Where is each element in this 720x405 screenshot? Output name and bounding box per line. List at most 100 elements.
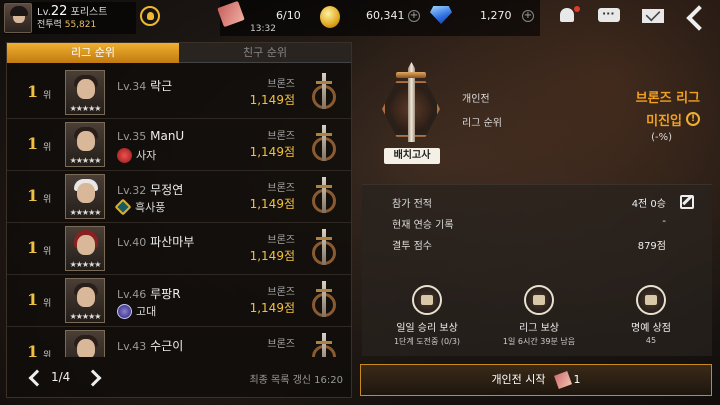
add-gem-icon[interactable]: + [522, 10, 534, 22]
character-name: 락근 [150, 79, 173, 93]
bronze-sword-icon [311, 229, 337, 269]
player-profile[interactable]: Lv.22 포리스트 전투력 55,821 [4, 2, 136, 34]
chest-icon [524, 285, 554, 315]
top-bar: Lv.22 포리스트 전투력 55,821 6/10 13:32 60,341 … [0, 0, 720, 36]
badge-guard [316, 341, 332, 344]
last-updated-text: 최종 목록 갱신 16:20 [249, 375, 343, 386]
stat-value: 879점 [637, 241, 666, 252]
badge-guard [316, 133, 332, 136]
guild-emblem-icon [117, 147, 132, 163]
notification-bell-icon[interactable] [556, 6, 580, 26]
stat-value: - [662, 216, 666, 227]
ranking-row[interactable]: 1 위 ★★★★★ Lv.34 락근 브론즈 1,149점 [7, 67, 351, 119]
daily-win-reward-button[interactable]: 일일 승리 보상 1단계 도전중 (0/3) [372, 285, 482, 347]
ticket-count: 1 [573, 373, 581, 386]
character-level: Lv.35 [117, 130, 147, 143]
stat-label: 참가 전적 [392, 199, 432, 210]
guild: 고대 [117, 303, 156, 319]
ranking-tabs: 리그 순위 친구 순위 [7, 43, 351, 63]
reward-title: 일일 승리 보상 [396, 323, 458, 334]
character-level: Lv.43 [117, 340, 147, 353]
bronze-sword-icon [311, 333, 337, 357]
ticket-icon [553, 371, 572, 389]
honor-point-count: 45 [645, 336, 657, 345]
tab-league-rank[interactable]: 리그 순위 [7, 43, 179, 63]
stamina-value: 6/10 [276, 9, 301, 22]
league-reward-button[interactable]: 리그 보상 1일 6시간 39분 남음 [484, 285, 594, 347]
stats-panel: 참가 전적 4전 0승 현재 연승 기록 - 결투 점수 879점 일일 승리 … [362, 184, 712, 356]
prev-page-arrow-icon[interactable] [27, 370, 41, 384]
tier-score: 1,149점 [249, 249, 295, 263]
character-level: Lv.46 [117, 288, 147, 301]
character-portrait[interactable]: ★★★★★ [65, 174, 105, 219]
rank-unit: 위 [43, 351, 52, 357]
portrait-face [77, 131, 95, 151]
tier-score: 1,149점 [249, 93, 295, 107]
power-label: 전투력 [37, 19, 62, 30]
info-icon[interactable]: ! [686, 112, 700, 126]
character-name-line: Lv.35 ManU [117, 129, 184, 143]
character-name: ManU [150, 129, 185, 143]
character-portrait[interactable]: ★★★★★ [65, 278, 105, 323]
character-level: Lv.32 [117, 184, 147, 197]
league-rank-label: 리그 순위 [462, 118, 502, 129]
ranking-row[interactable]: 1 위 ★★★★★ Lv.32 무정연 흑사풍 브론즈 1,149점 [7, 171, 351, 223]
portrait-face [77, 235, 95, 255]
league-rank-value: 미진입 [646, 114, 682, 129]
character-name-line: Lv.32 무정연 [117, 181, 183, 198]
back-arrow-icon[interactable] [682, 4, 706, 30]
star-rating-icon: ★★★★★ [69, 156, 102, 165]
add-gold-icon[interactable]: + [408, 10, 420, 22]
ranking-row[interactable]: 1 위 ★★★★★ Lv.40 파산마부 브론즈 1,149점 [7, 223, 351, 275]
character-portrait[interactable]: ★★★★★ [65, 70, 105, 115]
character-portrait[interactable]: ★★★★★ [65, 226, 105, 271]
character-name: 루팡R [150, 287, 181, 301]
honor-shop-button[interactable]: 명예 상점 45 [596, 285, 706, 345]
hint-lightbulb-icon[interactable] [140, 6, 160, 26]
tier-score: 1,149점 [249, 145, 295, 159]
league-emblem: 배치고사 [378, 62, 444, 164]
character-name-line: Lv.43 수근이 [117, 337, 183, 354]
rank-unit: 위 [43, 91, 52, 101]
guild-name: 사자 [136, 149, 157, 162]
league-name: 브론즈 리그 [635, 91, 700, 106]
chat-icon[interactable] [598, 6, 622, 26]
reward-title: 명예 상점 [631, 323, 671, 334]
tier-label: 브론즈 [267, 131, 295, 142]
ranking-row[interactable]: 1 위 ★★★★★ Lv.43 수근이 브론즈 [7, 327, 351, 357]
rank-unit: 위 [43, 299, 52, 309]
reward-sub: 1일 6시간 39분 남음 [502, 337, 576, 346]
pager: 1/4 최종 목록 갱신 16:20 [7, 359, 351, 397]
badge-blade [322, 333, 326, 357]
start-solo-match-button[interactable]: 개인전 시작 1 [360, 364, 712, 396]
portrait-face [77, 339, 95, 357]
badge-guard [316, 185, 332, 188]
portrait-face [77, 287, 95, 307]
character-portrait[interactable]: ★★★★★ [65, 122, 105, 167]
reward-sub: 1단계 도전중 (0/3) [393, 337, 461, 346]
player-class: 포리스트 [70, 6, 108, 18]
character-portrait[interactable]: ★★★★★ [65, 330, 105, 357]
tier-label: 브론즈 [267, 235, 295, 246]
start-button-label: 개인전 시작 [491, 373, 546, 386]
tab-friend-rank[interactable]: 친구 순위 [179, 43, 351, 63]
gem-icon [430, 6, 452, 24]
ranking-list[interactable]: 1 위 ★★★★★ Lv.34 락근 브론즈 1,149점 1 위 ★★★★★ … [7, 67, 351, 357]
rank-number: 1 [27, 290, 39, 309]
stat-label: 현재 연승 기록 [392, 220, 454, 231]
star-rating-icon: ★★★★★ [69, 208, 102, 217]
stat-value: 4전 0승 [631, 199, 666, 210]
tier-score: 1,149점 [249, 301, 295, 315]
tier-label: 브론즈 [267, 339, 295, 350]
next-page-arrow-icon[interactable] [87, 370, 101, 384]
badge-blade [322, 177, 326, 213]
mail-icon[interactable] [642, 6, 666, 26]
guild-emblem-icon [114, 198, 132, 216]
ranking-row[interactable]: 1 위 ★★★★★ Lv.35 ManU 사자 브론즈 1,149점 [7, 119, 351, 171]
edit-icon[interactable] [680, 195, 694, 209]
star-rating-icon: ★★★★★ [69, 104, 102, 113]
rank-number: 1 [27, 82, 39, 101]
combat-power: 전투력 55,821 [37, 19, 107, 32]
character-name: 무정연 [150, 183, 184, 197]
ranking-row[interactable]: 1 위 ★★★★★ Lv.46 루팡R 고대 브론즈 1,149점 [7, 275, 351, 327]
